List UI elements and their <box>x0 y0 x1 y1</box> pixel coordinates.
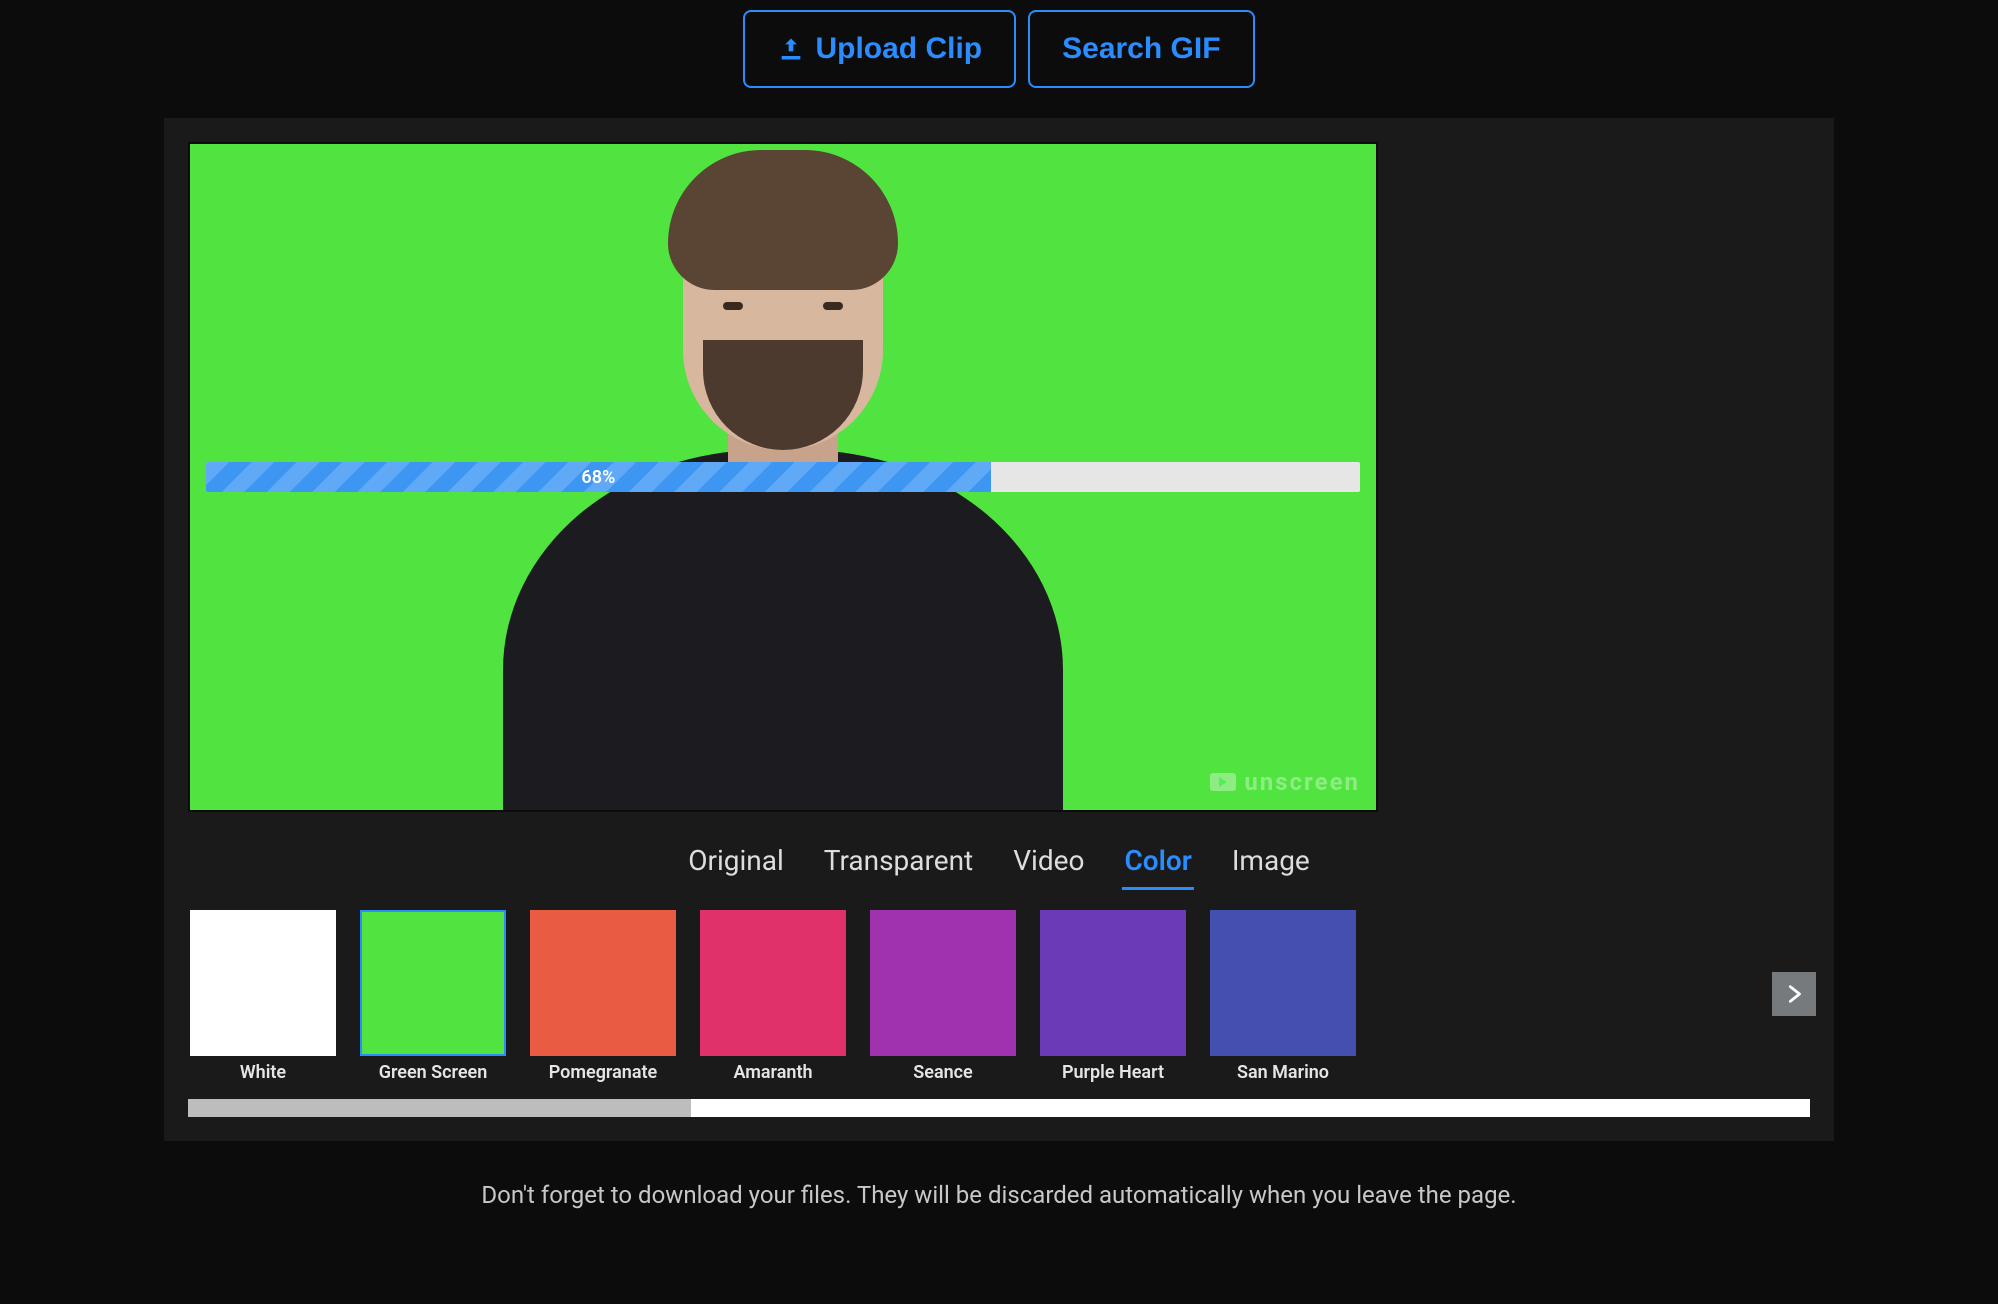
swatch-label: Amaranth <box>733 1062 812 1083</box>
swatch-color <box>1040 910 1186 1056</box>
tab-image[interactable]: Image <box>1230 838 1312 890</box>
swatch-label: White <box>240 1062 286 1083</box>
video-preview: 68% unscreen <box>188 142 1378 812</box>
swatch-amaranth[interactable]: Amaranth <box>698 910 848 1083</box>
swatch-pomegranate[interactable]: Pomegranate <box>528 910 678 1083</box>
swatch-label: Purple Heart <box>1062 1062 1164 1083</box>
search-gif-button[interactable]: Search GIF <box>1028 10 1254 88</box>
swatch-label: San Marino <box>1237 1062 1329 1083</box>
swatch-seance[interactable]: Seance <box>868 910 1018 1083</box>
upload-icon <box>777 35 805 63</box>
swatch-label: Seance <box>913 1062 972 1083</box>
swatch-scrollbar[interactable] <box>188 1099 1810 1117</box>
progress-fill: 68% <box>206 462 991 492</box>
top-button-bar: Upload Clip Search GIF <box>743 10 1254 88</box>
play-icon <box>1210 773 1236 791</box>
swatch-color <box>530 910 676 1056</box>
swatch-color <box>1210 910 1356 1056</box>
upload-clip-button[interactable]: Upload Clip <box>743 10 1016 88</box>
swatch-next-button[interactable] <box>1772 972 1816 1016</box>
tab-transparent[interactable]: Transparent <box>822 838 975 890</box>
progress-label: 68% <box>581 467 615 488</box>
search-gif-label: Search GIF <box>1062 32 1220 66</box>
swatch-label: Green Screen <box>379 1062 488 1083</box>
watermark-text: unscreen <box>1244 768 1360 796</box>
editor-panel: 68% unscreen Original Transparent Video Col… <box>164 118 1834 1141</box>
swatch-purple-heart[interactable]: Purple Heart <box>1038 910 1188 1083</box>
swatch-label: Pomegranate <box>549 1062 657 1083</box>
color-swatch-row: White Green Screen Pomegranate Amaranth Sean… <box>188 910 1810 1117</box>
swatch-color <box>870 910 1016 1056</box>
tab-original[interactable]: Original <box>686 838 786 890</box>
swatch-color <box>700 910 846 1056</box>
swatch-white[interactable]: White <box>188 910 338 1083</box>
tab-color[interactable]: Color <box>1122 838 1193 890</box>
swatch-green-screen[interactable]: Green Screen <box>358 910 508 1083</box>
tab-video[interactable]: Video <box>1011 838 1086 890</box>
background-tabs: Original Transparent Video Color Image <box>188 838 1810 890</box>
progress-bar: 68% <box>206 462 1360 492</box>
swatch-san-marino[interactable]: San Marino <box>1208 910 1358 1083</box>
upload-clip-label: Upload Clip <box>815 32 982 66</box>
watermark: unscreen <box>1210 768 1360 796</box>
swatch-scrollbar-thumb[interactable] <box>188 1099 691 1117</box>
swatch-color <box>190 910 336 1056</box>
swatch-color <box>360 910 506 1056</box>
footer-note: Don't forget to download your files. The… <box>481 1181 1516 1209</box>
